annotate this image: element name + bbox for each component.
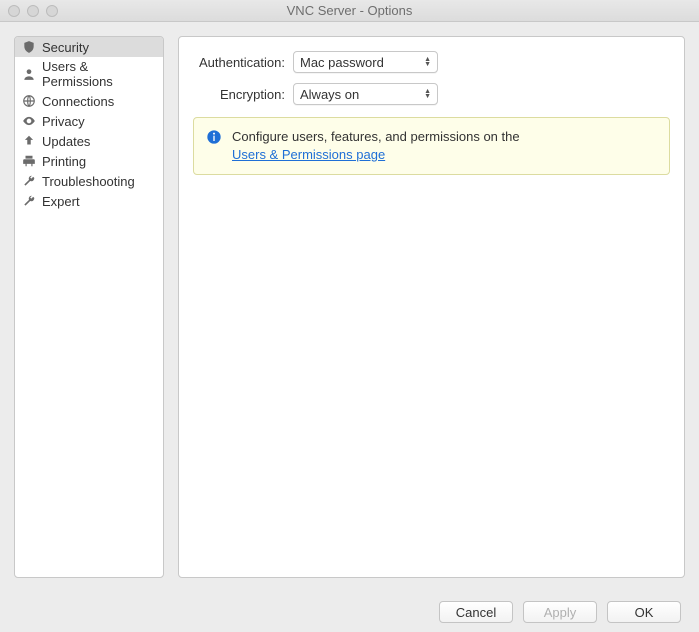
encryption-value: Always on <box>300 87 424 102</box>
sidebar-item-connections[interactable]: Connections <box>15 91 163 111</box>
content-area: Security Users & Permissions Connections… <box>0 22 699 592</box>
sidebar-item-updates[interactable]: Updates <box>15 131 163 151</box>
maximize-icon[interactable] <box>46 5 58 17</box>
sidebar-item-label: Privacy <box>42 114 85 129</box>
info-message: Configure users, features, and permissio… <box>232 129 520 144</box>
info-text: Configure users, features, and permissio… <box>232 128 520 164</box>
window-title: VNC Server - Options <box>8 3 691 18</box>
chevron-up-down-icon: ▲▼ <box>424 89 431 99</box>
sidebar-item-label: Connections <box>42 94 114 109</box>
user-icon <box>21 66 37 82</box>
sidebar-item-label: Security <box>42 40 89 55</box>
chevron-up-down-icon: ▲▼ <box>424 57 431 67</box>
sidebar-item-label: Printing <box>42 154 86 169</box>
globe-icon <box>21 93 37 109</box>
sidebar-item-troubleshooting[interactable]: Troubleshooting <box>15 171 163 191</box>
sidebar-item-expert[interactable]: Expert <box>15 191 163 211</box>
encryption-label: Encryption: <box>193 87 293 102</box>
sidebar-item-label: Updates <box>42 134 90 149</box>
sidebar-item-users-permissions[interactable]: Users & Permissions <box>15 57 163 91</box>
authentication-row: Authentication: Mac password ▲▼ <box>193 51 670 73</box>
up-arrow-icon <box>21 133 37 149</box>
authentication-label: Authentication: <box>193 55 293 70</box>
encryption-row: Encryption: Always on ▲▼ <box>193 83 670 105</box>
authentication-value: Mac password <box>300 55 424 70</box>
close-icon[interactable] <box>8 5 20 17</box>
shield-icon <box>21 39 37 55</box>
info-box: Configure users, features, and permissio… <box>193 117 670 175</box>
titlebar: VNC Server - Options <box>0 0 699 22</box>
printer-icon <box>21 153 37 169</box>
encryption-select[interactable]: Always on ▲▼ <box>293 83 438 105</box>
authentication-select[interactable]: Mac password ▲▼ <box>293 51 438 73</box>
sidebar-item-label: Troubleshooting <box>42 174 135 189</box>
wrench-icon <box>21 173 37 189</box>
sidebar-item-label: Users & Permissions <box>42 59 157 89</box>
info-icon <box>206 129 222 145</box>
sidebar-item-privacy[interactable]: Privacy <box>15 111 163 131</box>
window-controls <box>8 5 58 17</box>
main-panel: Authentication: Mac password ▲▼ Encrypti… <box>178 36 685 578</box>
sidebar-item-label: Expert <box>42 194 80 209</box>
eye-icon <box>21 113 37 129</box>
sidebar: Security Users & Permissions Connections… <box>14 36 164 578</box>
minimize-icon[interactable] <box>27 5 39 17</box>
sidebar-item-security[interactable]: Security <box>15 37 163 57</box>
footer: Cancel Apply OK <box>0 592 699 632</box>
apply-button[interactable]: Apply <box>523 601 597 623</box>
ok-button[interactable]: OK <box>607 601 681 623</box>
users-permissions-link[interactable]: Users & Permissions page <box>232 147 385 162</box>
sidebar-item-printing[interactable]: Printing <box>15 151 163 171</box>
wrench-icon <box>21 193 37 209</box>
cancel-button[interactable]: Cancel <box>439 601 513 623</box>
